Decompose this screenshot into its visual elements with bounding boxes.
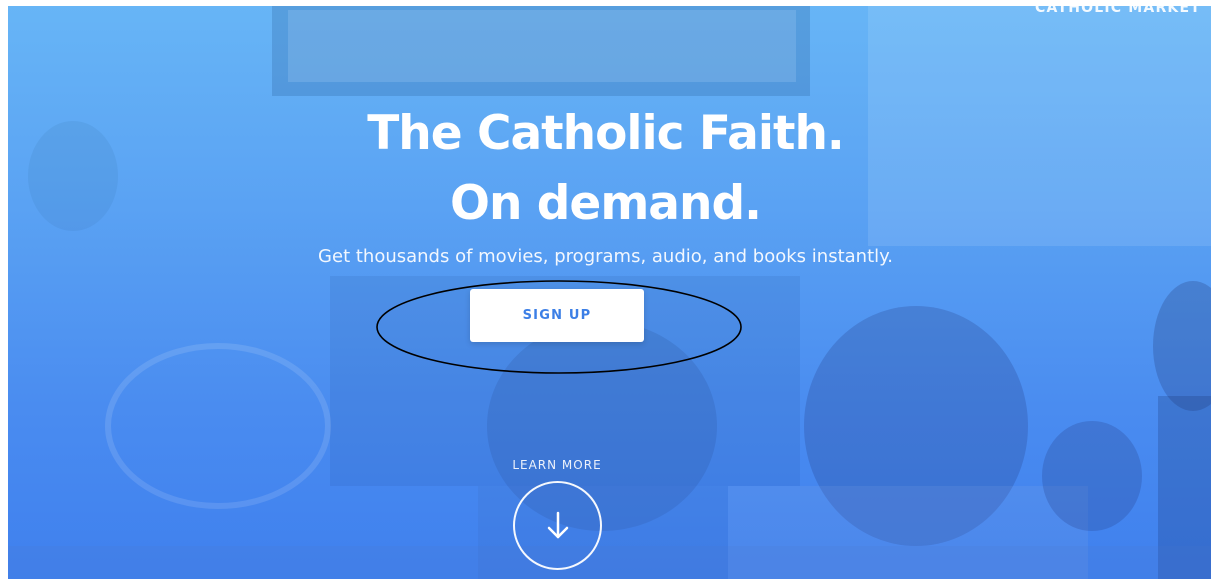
- learn-more-label[interactable]: LEARN MORE: [465, 458, 649, 472]
- hero-headline-line2: On demand.: [450, 176, 762, 231]
- hero-section: CATHOLIC MARKET The Catholic Faith. On d…: [8, 6, 1211, 579]
- arrow-down-icon: [547, 511, 568, 538]
- hero-subheadline: Get thousands of movies, programs, audio…: [318, 246, 893, 267]
- sign-up-button[interactable]: SIGN UP: [470, 289, 644, 342]
- hero-headline-line1: The Catholic Faith.: [367, 106, 845, 161]
- learn-more-section: LEARN MORE: [465, 458, 649, 472]
- brand-logo-text[interactable]: CATHOLIC MARKET: [1035, 6, 1201, 16]
- scroll-down-button[interactable]: [513, 481, 602, 570]
